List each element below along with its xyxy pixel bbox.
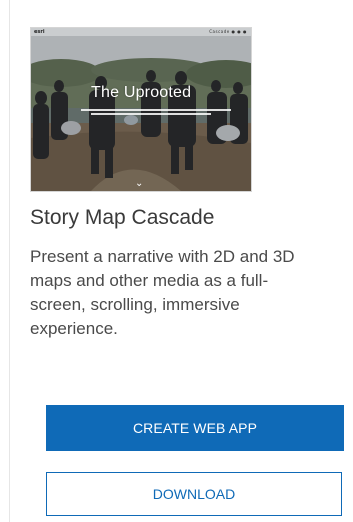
app-card: esri Cascade ● ● ● The Uprooted ⌄ Story …	[0, 0, 353, 522]
chevron-down-icon: ⌄	[135, 178, 144, 189]
app-description: Present a narrative with 2D and 3D maps …	[30, 245, 353, 341]
description-line: experience.	[30, 319, 118, 338]
divider	[9, 0, 10, 522]
esri-logo: esri	[34, 29, 45, 35]
description-line: screen, scrolling, immersive	[30, 295, 240, 314]
thumbnail-caption-lines	[81, 109, 231, 119]
description-line: Present a narrative with 2D and 3D	[30, 247, 295, 266]
create-web-app-button[interactable]: CREATE WEB APP	[46, 405, 344, 451]
thumbnail-toolbar: Cascade ● ● ●	[209, 29, 247, 34]
thumbnail-title: The Uprooted	[91, 84, 192, 101]
app-thumbnail[interactable]: esri Cascade ● ● ● The Uprooted ⌄	[30, 27, 252, 192]
app-title: Story Map Cascade	[30, 206, 215, 229]
download-button[interactable]: DOWNLOAD	[46, 472, 342, 516]
description-line: maps and other media as a full-	[30, 271, 269, 290]
